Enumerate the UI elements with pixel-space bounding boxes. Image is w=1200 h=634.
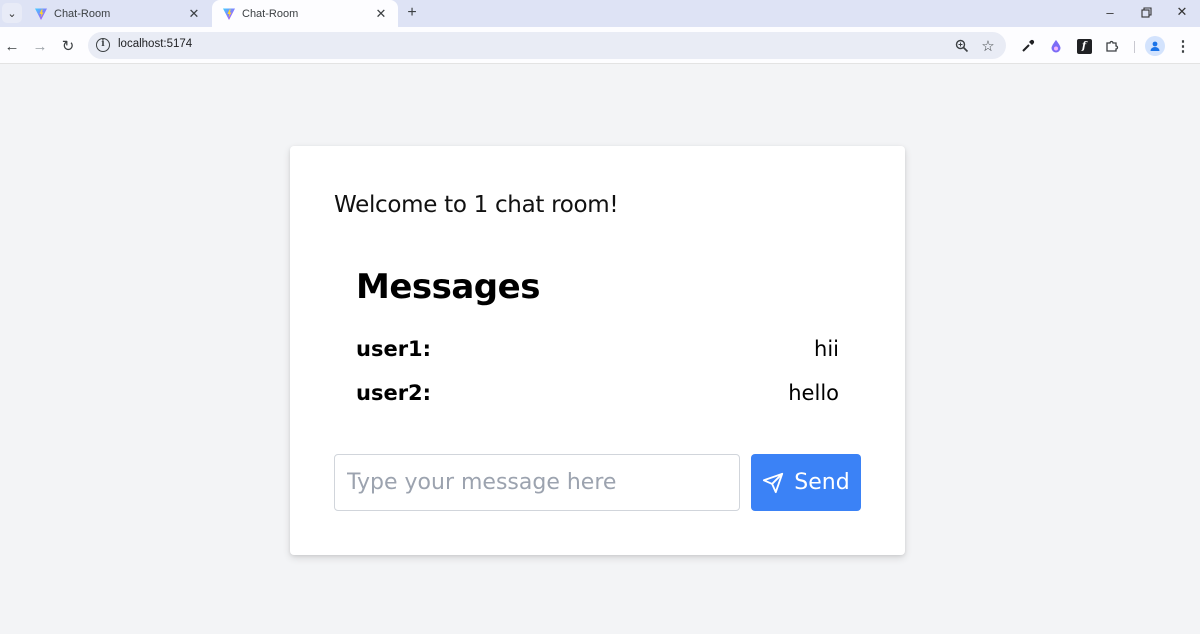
site-info-icon[interactable]: i: [96, 38, 110, 52]
message-text: hello: [788, 381, 839, 405]
send-label: Send: [794, 470, 850, 495]
extension-drop-icon[interactable]: [1046, 36, 1066, 56]
zoom-icon[interactable]: [952, 36, 972, 56]
toolbar-divider: [1134, 41, 1135, 53]
eyedropper-icon[interactable]: [1018, 36, 1038, 56]
tab-title: Chat-Room: [242, 7, 299, 20]
messages-title: Messages: [356, 267, 540, 307]
tab-chat-room-1[interactable]: Chat-Room ✕: [24, 0, 211, 27]
restore-icon[interactable]: [1129, 0, 1163, 24]
minimize-icon[interactable]: –: [1093, 0, 1127, 24]
puzzle-icon[interactable]: [1102, 36, 1122, 56]
vite-favicon-icon: [223, 8, 235, 20]
browser-toolbar: ← → ↻ i localhost:5174 ☆ f ⋮: [0, 27, 1200, 64]
message-user: user2:: [356, 381, 432, 405]
extension-font-icon[interactable]: f: [1074, 36, 1094, 56]
window-close-icon[interactable]: ✕: [1165, 0, 1199, 24]
address-url[interactable]: localhost:5174: [118, 38, 192, 50]
profile-avatar-icon[interactable]: [1145, 36, 1165, 56]
more-menu-icon[interactable]: ⋮: [1173, 36, 1193, 56]
close-icon[interactable]: ✕: [374, 6, 388, 21]
bookmark-star-icon[interactable]: ☆: [978, 36, 998, 56]
tab-title: Chat-Room: [54, 7, 111, 20]
vite-favicon-icon: [35, 8, 47, 20]
back-arrow-icon[interactable]: ←: [2, 36, 22, 56]
message-input[interactable]: [334, 454, 740, 511]
message-user: user1:: [356, 337, 432, 361]
reload-icon[interactable]: ↻: [58, 36, 78, 56]
address-bar[interactable]: i localhost:5174 ☆: [88, 32, 1006, 59]
forward-arrow-icon[interactable]: →: [30, 36, 50, 56]
message-row: user2: hello: [356, 377, 839, 409]
chat-room-card: Welcome to 1 chat room! Messages user1: …: [290, 146, 905, 555]
tab-strip: ⌄ Chat-Room ✕ Chat-Room ✕ + – ✕: [0, 0, 1200, 27]
welcome-heading: Welcome to 1 chat room!: [334, 192, 619, 218]
tab-chat-room-2[interactable]: Chat-Room ✕: [212, 0, 398, 27]
send-button[interactable]: Send: [751, 454, 861, 511]
tab-search-icon[interactable]: ⌄: [2, 3, 22, 23]
send-plane-icon: [763, 472, 784, 493]
message-text: hii: [814, 337, 839, 361]
close-icon[interactable]: ✕: [187, 6, 201, 21]
message-row: user1: hii: [356, 333, 839, 365]
new-tab-icon[interactable]: +: [402, 3, 422, 23]
